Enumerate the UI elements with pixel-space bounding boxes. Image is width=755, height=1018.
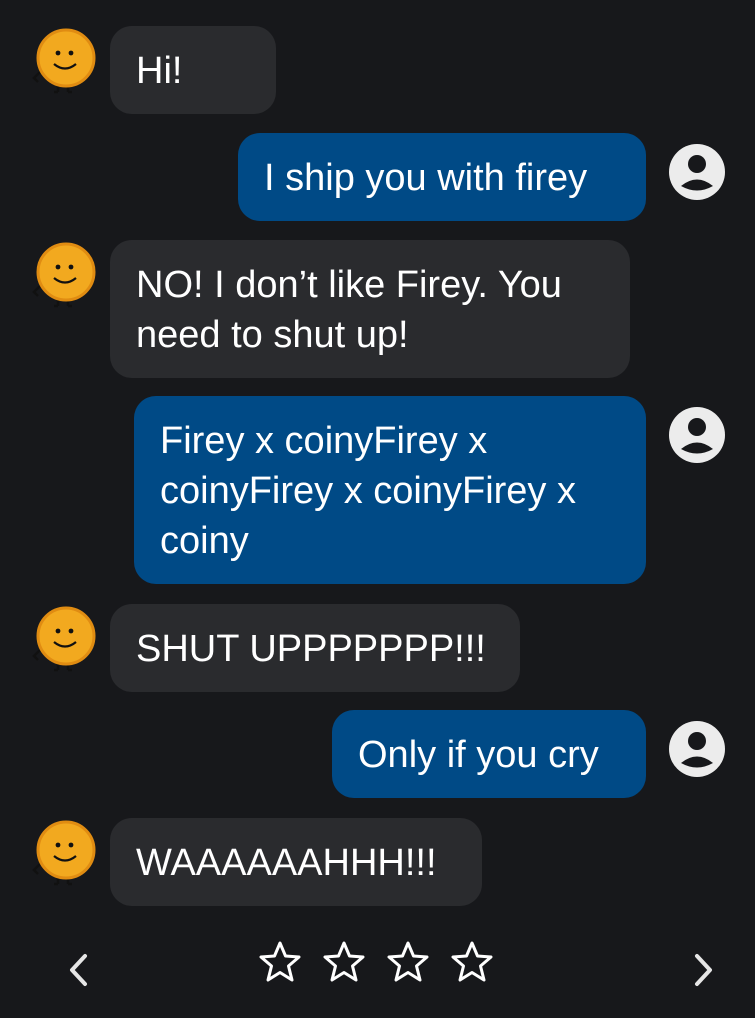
user-account-icon	[669, 407, 725, 463]
star-outline-icon[interactable]	[322, 940, 366, 984]
star-rating	[258, 940, 498, 992]
coin-avatar-icon	[32, 28, 96, 94]
user-account-icon	[669, 144, 725, 200]
user-account-icon	[669, 721, 725, 777]
user-message-bubble: I ship you with firey	[238, 133, 646, 221]
chevron-left-icon[interactable]	[60, 950, 100, 990]
star-outline-icon[interactable]	[386, 940, 430, 984]
bot-message-bubble: NO! I don’t like Firey. You need to shut…	[110, 240, 630, 378]
coin-avatar-icon	[32, 820, 96, 886]
response-navigation-bar	[0, 940, 755, 1000]
star-outline-icon[interactable]	[450, 940, 494, 984]
bot-message-bubble: WAAAAAAHHH!!!	[110, 818, 482, 906]
coin-avatar-icon	[32, 242, 96, 308]
user-message-bubble: Only if you cry	[332, 710, 646, 798]
star-outline-icon[interactable]	[258, 940, 302, 984]
coin-avatar-icon	[32, 606, 96, 672]
bot-message-bubble: Hi!	[110, 26, 276, 114]
bot-message-bubble: SHUT UPPPPPPP!!!	[110, 604, 520, 692]
user-message-bubble: Firey x coinyFirey x coinyFirey x coinyF…	[134, 396, 646, 584]
chevron-right-icon[interactable]	[682, 950, 722, 990]
